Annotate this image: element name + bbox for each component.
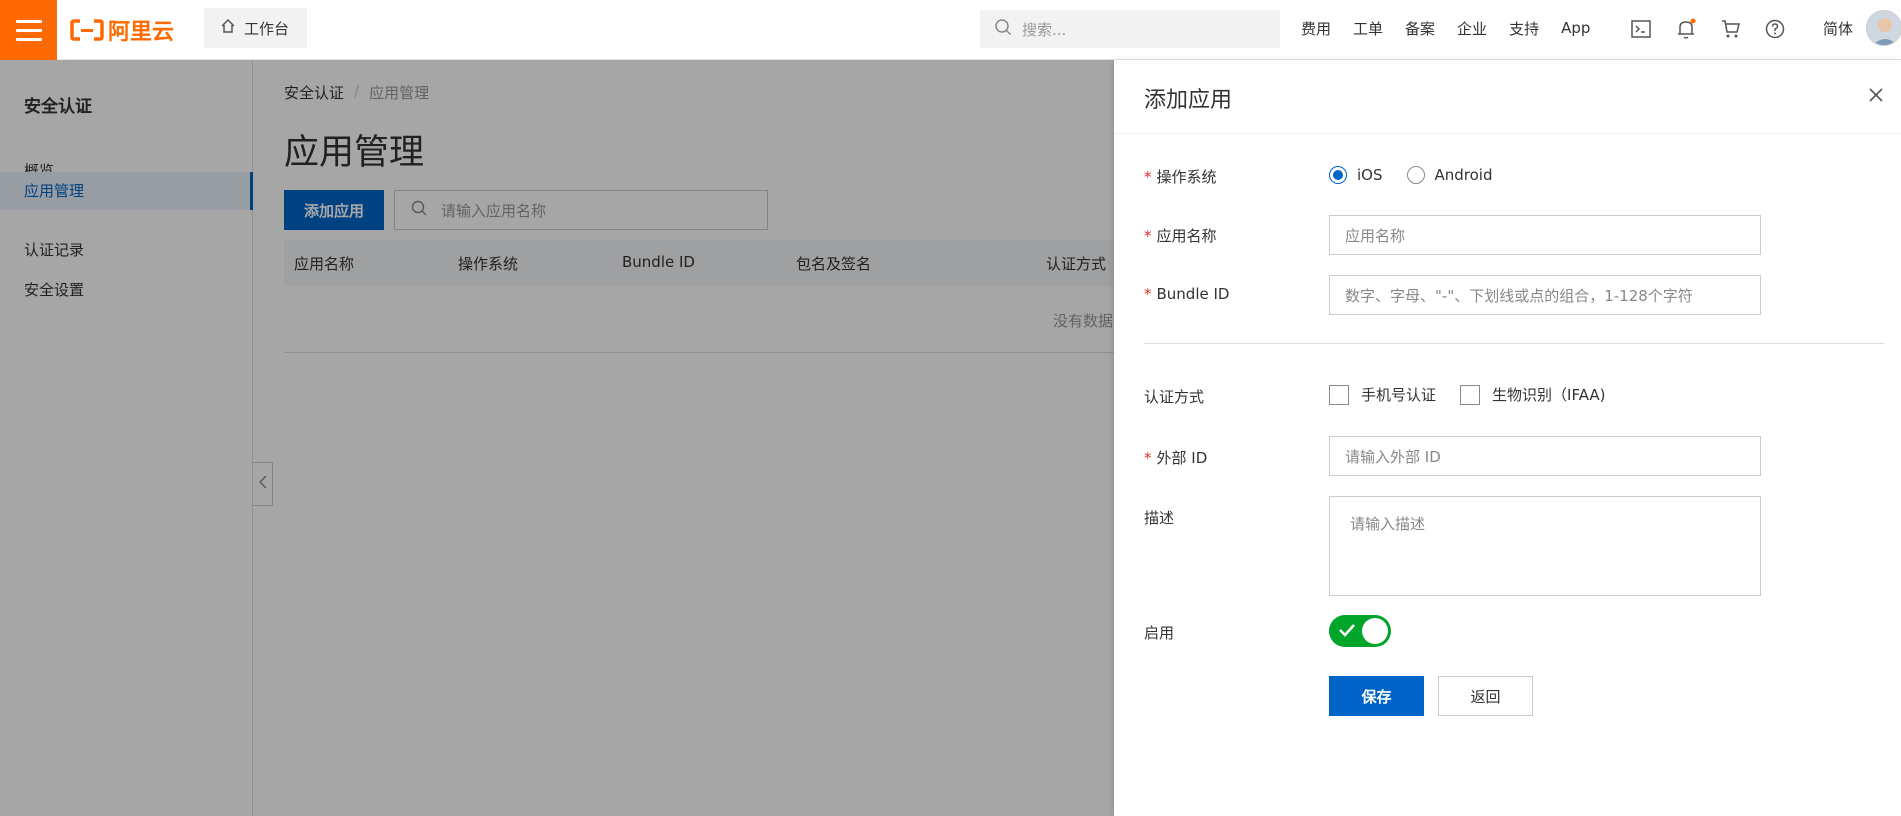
auth-method-group: 手机号认证 生物识别（IFAA) [1329,384,1605,405]
checkbox-biometric[interactable]: 生物识别（IFAA) [1460,384,1605,405]
radio-ios-label: iOS [1357,166,1383,184]
close-icon[interactable] [1868,87,1884,103]
add-app-drawer: 添加应用 * 操作系统 iOS Android * 应用名称 应用名称 * Bundl… [1114,60,1901,816]
nav-app[interactable]: App [1550,19,1601,37]
logo-text: 阿里云 [108,20,175,45]
toggle-knob [1362,618,1388,644]
global-search-input[interactable]: 搜索... [980,10,1280,48]
top-navigation-bar: 阿里云 工作台 搜索... 费用 工单 备案 企业 支持 App 简体 [0,0,1901,60]
modal-overlay[interactable] [0,60,1114,816]
avatar[interactable] [1866,10,1901,46]
nav-enterprise[interactable]: 企业 [1446,18,1498,39]
auth-method-label: 认证方式 [1144,388,1205,406]
description-placeholder: 请输入描述 [1350,515,1426,533]
radio-android[interactable]: Android [1406,166,1493,184]
help-icon[interactable] [1763,17,1787,41]
drawer-title: 添加应用 [1144,88,1233,113]
back-button[interactable]: 返回 [1438,676,1533,716]
home-icon [220,18,236,38]
radio-ios[interactable]: iOS [1329,166,1383,184]
description-field[interactable]: 请输入描述 [1329,496,1761,596]
search-icon [994,18,1012,40]
language-switch[interactable]: 简体 [1812,0,1864,56]
save-button[interactable]: 保存 [1329,676,1424,716]
workbench-label: 工作台 [244,19,290,38]
radio-android-label: Android [1434,166,1493,184]
checkbox-biometric-label: 生物识别（IFAA) [1492,386,1606,404]
nav-fees[interactable]: 费用 [1290,18,1342,39]
app-name-label-text: 应用名称 [1156,227,1217,245]
global-search-placeholder: 搜索... [1022,20,1067,39]
aliyun-logo[interactable]: 阿里云 [70,14,174,46]
app-name-label: * 应用名称 [1144,227,1217,245]
external-id-placeholder: 请输入外部 ID [1345,447,1441,466]
app-name-placeholder: 应用名称 [1345,226,1406,245]
description-label: 描述 [1144,509,1175,527]
checkbox-phone-auth[interactable]: 手机号认证 [1329,384,1436,405]
drawer-header: 添加应用 [1114,60,1901,134]
bundle-id-label: * Bundle ID [1144,285,1230,303]
bundle-id-field[interactable]: 数字、字母、"-"、下划线或点的组合，1-128个字符 [1329,275,1761,315]
os-label-text: 操作系统 [1156,168,1217,186]
os-radio-group: iOS Android [1329,166,1493,184]
bundle-id-placeholder: 数字、字母、"-"、下划线或点的组合，1-128个字符 [1345,286,1693,305]
bundle-id-label-text: Bundle ID [1156,285,1230,303]
aliyun-logo-mark-icon [70,19,104,41]
nav-tickets[interactable]: 工单 [1342,18,1394,39]
cart-icon[interactable] [1719,17,1743,41]
checkbox-phone-auth-label: 手机号认证 [1361,386,1437,404]
enable-toggle[interactable] [1329,615,1391,647]
external-id-label: * 外部 ID [1144,449,1208,467]
nav-icp[interactable]: 备案 [1394,18,1446,39]
external-id-label-text: 外部 ID [1156,449,1208,467]
os-label: * 操作系统 [1144,168,1217,186]
terminal-icon[interactable] [1629,17,1653,41]
bell-icon[interactable] [1674,17,1698,41]
workbench-button[interactable]: 工作台 [204,8,307,48]
top-nav-links: 费用 工单 备案 企业 支持 App [1290,0,1601,56]
enable-label: 启用 [1144,624,1175,642]
lang-label: 简体 [1823,19,1854,38]
nav-support[interactable]: 支持 [1498,18,1550,39]
hamburger-menu-icon[interactable] [0,0,57,60]
check-icon [1338,623,1356,641]
app-name-field[interactable]: 应用名称 [1329,215,1761,255]
external-id-field[interactable]: 请输入外部 ID [1329,436,1761,476]
form-divider [1144,343,1884,344]
